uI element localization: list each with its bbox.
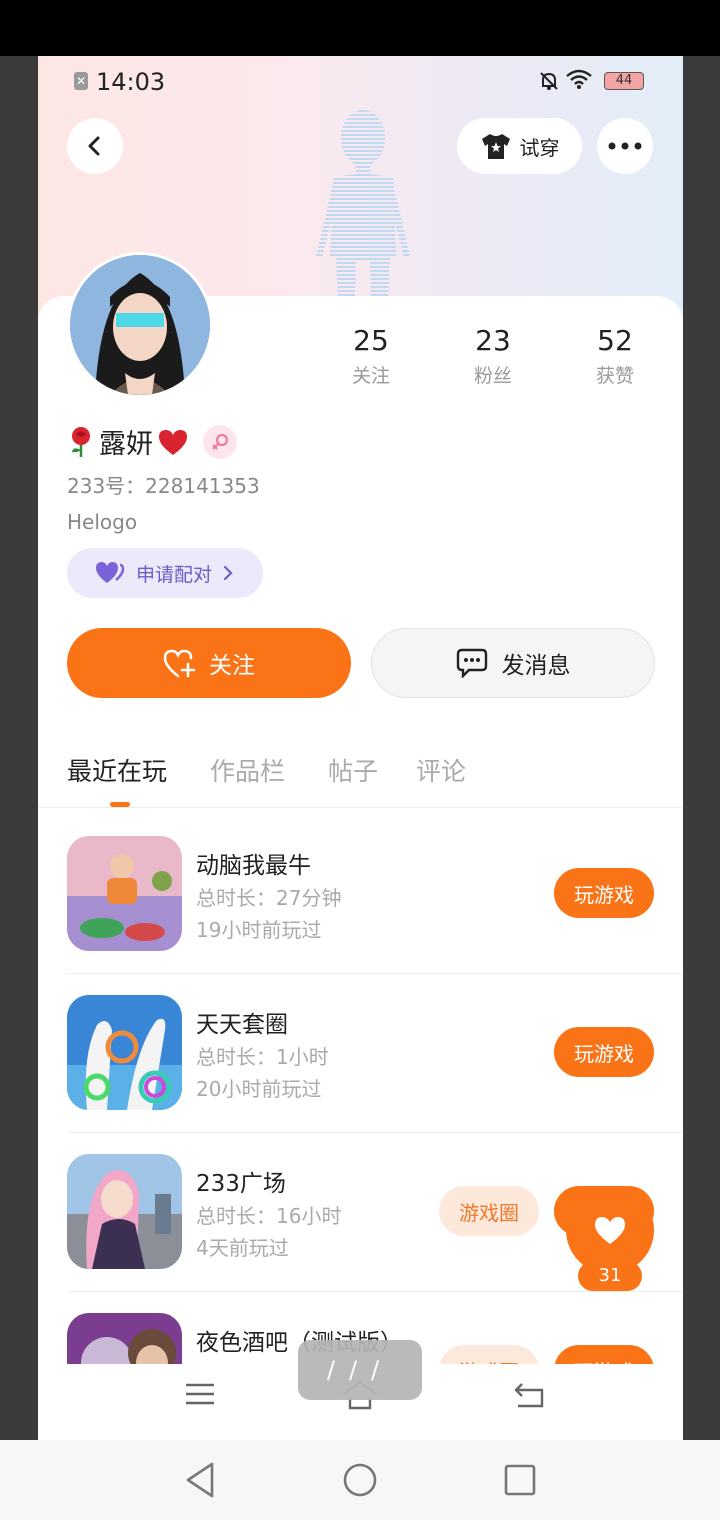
- chat-bubble-icon: [456, 648, 487, 678]
- stat-fans-label: 粉丝: [473, 365, 512, 387]
- system-home-icon[interactable]: [342, 1462, 378, 1498]
- more-button[interactable]: [597, 118, 653, 174]
- game-icon-image: [67, 1154, 182, 1269]
- game-icon-image: [67, 836, 182, 951]
- more-dots-icon: [608, 142, 642, 150]
- stat-fans-value: 23: [475, 324, 511, 357]
- play-game-button[interactable]: 玩游戏: [554, 1027, 654, 1077]
- heart-icon: [159, 429, 187, 455]
- game-list-item[interactable]: 动脑我最牛 总时长：27分钟 19小时前玩过 玩游戏: [67, 836, 683, 994]
- system-back-icon[interactable]: [182, 1460, 218, 1500]
- left-backdrop: [0, 56, 38, 1440]
- chevron-left-icon: [88, 136, 100, 156]
- game-last-played: 4天前玩过: [196, 1236, 289, 1260]
- game-title: 233广场: [196, 1171, 286, 1197]
- profile-uid: 233号：228141353: [67, 474, 260, 498]
- play-game-button[interactable]: 玩游戏: [554, 868, 654, 918]
- purple-hearts-icon: [95, 562, 125, 583]
- game-icon-image: [67, 995, 182, 1110]
- game-icon[interactable]: [67, 1154, 182, 1269]
- tab-works[interactable]: 作品栏: [210, 752, 285, 788]
- follow-label: 关注: [209, 653, 255, 679]
- system-navigation-bar: [0, 1440, 720, 1520]
- like-count-badge: 31: [578, 1261, 642, 1291]
- game-duration: 总时长：16小时: [196, 1204, 342, 1228]
- battery-indicator: 44: [604, 72, 644, 90]
- back-button[interactable]: [67, 118, 123, 174]
- female-icon: [212, 433, 229, 450]
- tab-comments[interactable]: 评论: [416, 752, 466, 788]
- tab-posts[interactable]: 帖子: [328, 752, 378, 788]
- match-request-button[interactable]: 申请配对: [67, 548, 263, 598]
- menu-icon[interactable]: [180, 1374, 220, 1414]
- stat-following-value: 25: [353, 324, 389, 357]
- sim-icon: ✕: [74, 72, 88, 90]
- match-label: 申请配对: [135, 563, 212, 586]
- stat-following[interactable]: 25 关注: [326, 324, 416, 388]
- profile-name-row: 露妍: [67, 422, 237, 461]
- avatar[interactable]: [67, 252, 213, 398]
- stat-fans[interactable]: 23 粉丝: [448, 324, 538, 388]
- game-list-item[interactable]: 天天套圈 总时长：1小时 20小时前玩过 玩游戏: [67, 995, 683, 1153]
- female-gender-badge: [203, 424, 237, 459]
- message-label: 发消息: [501, 653, 571, 679]
- game-last-played: 19小时前玩过: [196, 918, 322, 942]
- game-duration: 总时长：1小时: [196, 1045, 329, 1069]
- tab-divider: [38, 807, 683, 808]
- stat-following-label: 关注: [351, 365, 390, 387]
- stat-likes-label: 获赞: [595, 365, 634, 387]
- stat-likes-value: 52: [597, 324, 633, 357]
- system-recents-icon[interactable]: [502, 1462, 538, 1498]
- tryon-label: 试穿: [519, 135, 560, 160]
- game-title: 天天套圈: [196, 1012, 288, 1038]
- game-icon[interactable]: [67, 836, 182, 951]
- status-bar: ✕ 14:03 44: [38, 66, 683, 98]
- list-divider: [67, 973, 683, 974]
- tryon-button[interactable]: 试穿: [457, 118, 582, 174]
- app-screen: ✕ 14:03 44 试穿 25 关注 23 粉丝 52 获赞 露妍 233号：…: [38, 56, 683, 1440]
- top-black-bar: [0, 0, 720, 56]
- message-button[interactable]: 发消息: [371, 628, 655, 698]
- profile-bio: Helogo: [67, 510, 138, 534]
- wifi-icon: [566, 69, 592, 89]
- stat-likes[interactable]: 52 获赞: [570, 324, 660, 388]
- game-icon[interactable]: [67, 995, 182, 1110]
- game-circle-button[interactable]: 游戏圈: [439, 1186, 539, 1236]
- follow-button[interactable]: 关注: [67, 628, 351, 698]
- right-backdrop: [683, 56, 720, 1440]
- profile-name: 露妍: [99, 429, 153, 460]
- game-title: 动脑我最牛: [196, 853, 311, 879]
- tshirt-icon: [481, 134, 510, 159]
- return-icon[interactable]: [510, 1374, 550, 1414]
- mute-icon: [540, 72, 558, 90]
- chevron-right-icon: [223, 565, 233, 581]
- list-divider: [67, 1291, 683, 1292]
- status-time: 14:03: [96, 68, 166, 96]
- gesture-overlay-pill[interactable]: ///: [298, 1340, 422, 1400]
- avatar-image: [70, 255, 210, 395]
- game-duration: 总时长：27分钟: [196, 886, 342, 910]
- rose-icon: [72, 426, 90, 457]
- list-divider: [67, 1132, 683, 1133]
- tab-recent-playing[interactable]: 最近在玩: [67, 752, 167, 788]
- heart-icon: [595, 1217, 625, 1244]
- game-last-played: 20小时前玩过: [196, 1077, 322, 1101]
- heart-plus-icon: [163, 649, 196, 678]
